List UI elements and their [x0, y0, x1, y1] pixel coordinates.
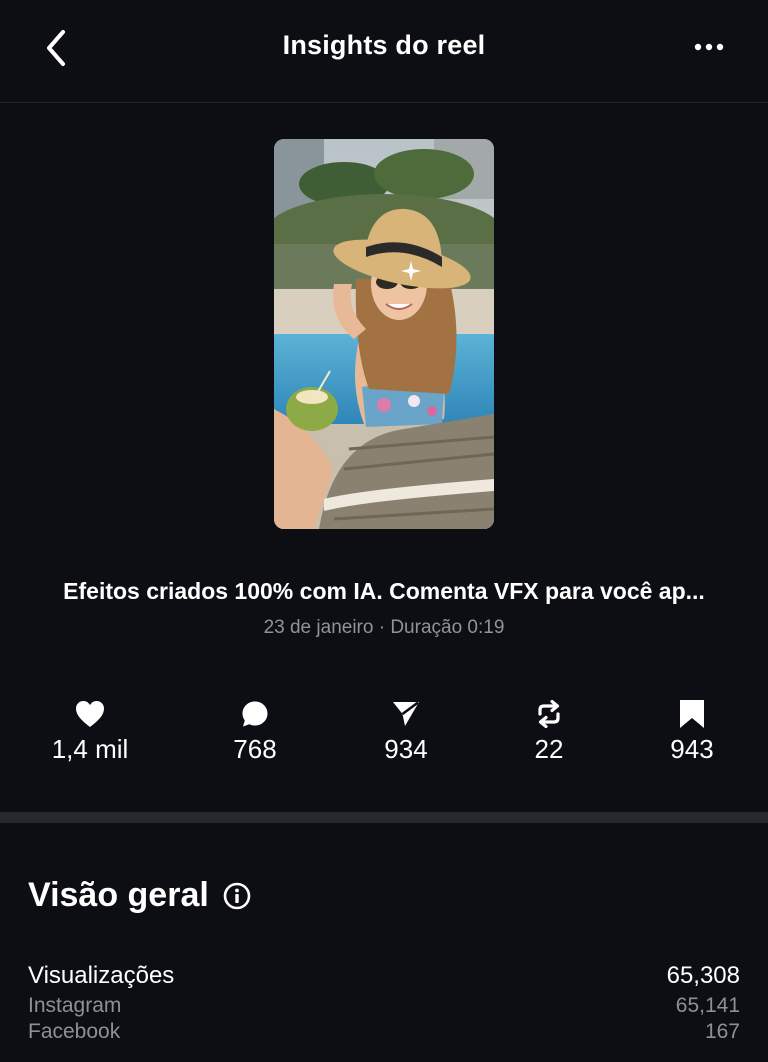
- stat-likes[interactable]: 1,4 mil: [15, 694, 165, 765]
- stat-comments[interactable]: 768: [180, 694, 330, 765]
- stat-shares-value: 934: [384, 734, 428, 764]
- facebook-views-row: Facebook 167: [28, 1020, 740, 1044]
- woman-with-sun-hat-by-pool-image: [274, 139, 494, 529]
- facebook-value: 167: [704, 1020, 740, 1043]
- stat-saves-value: 943: [670, 734, 714, 764]
- repost-icon: [538, 700, 560, 728]
- page-title: Insights do reel: [282, 30, 486, 60]
- overview-heading: Visão geral: [28, 876, 251, 915]
- more-options-button[interactable]: [686, 30, 732, 64]
- stat-saves[interactable]: 943: [617, 694, 767, 765]
- views-value: 65,308: [666, 962, 740, 989]
- comment-icon: [242, 701, 268, 727]
- section-divider: [0, 812, 768, 823]
- overview-title: Visão geral: [28, 876, 209, 914]
- engagement-stats: 1,4 mil 768 934 22 943: [0, 694, 768, 774]
- instagram-views-row: Instagram 65,141: [28, 994, 740, 1018]
- views-label: Visualizações: [28, 962, 175, 989]
- stat-comments-value: 768: [233, 734, 277, 764]
- reel-thumbnail[interactable]: [274, 139, 494, 529]
- reel-meta: 23 de janeiro · Duração 0:19: [263, 617, 505, 638]
- info-button[interactable]: [223, 882, 251, 910]
- more-horizontal-icon: [694, 43, 724, 51]
- bookmark-icon: [680, 700, 704, 728]
- send-icon: [393, 701, 419, 726]
- instagram-label: Instagram: [28, 994, 122, 1017]
- stat-reposts-value: 22: [534, 734, 564, 764]
- heart-icon: [76, 701, 104, 727]
- stat-likes-value: 1,4 mil: [51, 734, 129, 764]
- header-bar: Insights do reel: [0, 0, 768, 103]
- facebook-label: Facebook: [28, 1020, 121, 1043]
- reel-caption: Efeitos criados 100% com IA. Comenta VFX…: [63, 578, 705, 604]
- stat-reposts[interactable]: 22: [474, 694, 624, 765]
- instagram-value: 65,141: [675, 994, 740, 1017]
- views-row: Visualizações 65,308: [28, 962, 740, 990]
- info-icon: [223, 882, 251, 909]
- stat-shares[interactable]: 934: [331, 694, 481, 765]
